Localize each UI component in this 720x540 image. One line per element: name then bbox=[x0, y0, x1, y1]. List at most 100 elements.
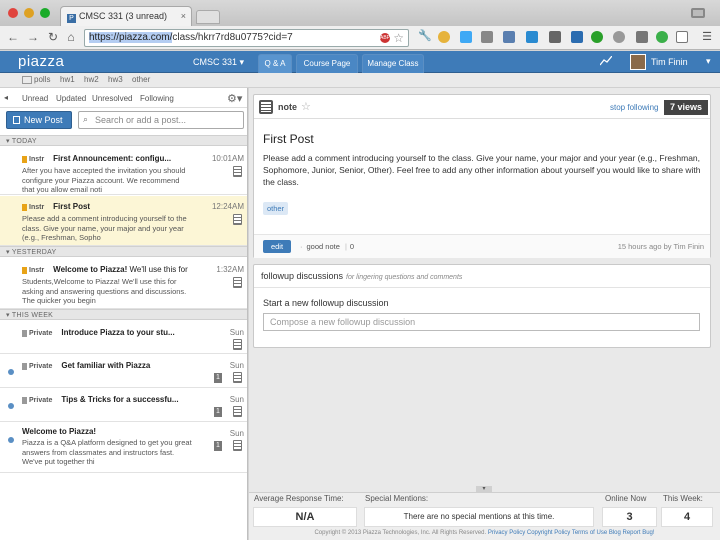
search-input[interactable]: ⌕ Search or add a post... bbox=[78, 111, 244, 129]
extension-5-icon[interactable] bbox=[526, 31, 538, 43]
forward-arrow-icon[interactable]: → bbox=[26, 30, 40, 44]
stats-chart-icon[interactable] bbox=[599, 55, 613, 69]
good-note-button[interactable]: · good note | 0 bbox=[300, 242, 354, 251]
chevron-down-icon[interactable]: ▾ bbox=[706, 56, 711, 67]
user-name[interactable]: Tim Finin bbox=[651, 57, 688, 67]
gear-icon[interactable]: ⚙▾ bbox=[227, 92, 242, 105]
note-body: Please add a comment introducing yoursel… bbox=[263, 153, 701, 187]
good-note-bullet-icon: · bbox=[300, 242, 303, 251]
terms-of-use-link[interactable]: Terms of Use bbox=[572, 530, 607, 536]
address-bar[interactable]: https://piazza.com/class/hkrr7rd8u0775?c… bbox=[84, 29, 409, 47]
checkmark-icon[interactable] bbox=[591, 31, 603, 43]
tab-manage-class[interactable]: Manage Class bbox=[362, 54, 424, 73]
reload-icon[interactable]: ↻ bbox=[46, 30, 60, 44]
list-item[interactable]: Private Tips & Tricks for a successfu... … bbox=[0, 389, 247, 422]
note-card: note ☆ stop following 7 views First Post… bbox=[253, 94, 711, 258]
post-snippet: After you have accepted the invitation y… bbox=[22, 166, 186, 194]
folder-hw2[interactable]: hw2 bbox=[84, 75, 99, 84]
close-tab-icon[interactable]: × bbox=[181, 11, 186, 21]
report-bug-link[interactable]: Report Bug! bbox=[623, 530, 655, 536]
extension-3-icon[interactable] bbox=[481, 31, 493, 43]
tab-qa[interactable]: Q & A bbox=[258, 54, 292, 73]
note-icon bbox=[259, 100, 273, 114]
list-item[interactable]: Private Introduce Piazza to your stu... S… bbox=[0, 322, 247, 354]
edit-button[interactable]: edit bbox=[263, 240, 291, 253]
unread-dot-icon bbox=[8, 403, 14, 409]
filter-following[interactable]: Following bbox=[140, 94, 174, 103]
private-tag: Private bbox=[22, 397, 55, 404]
list-item[interactable]: Welcome to Piazza! Piazza is a Q&A platf… bbox=[0, 423, 247, 473]
post-title-text: Introduce Piazza to your stu... bbox=[61, 328, 175, 337]
list-item[interactable]: Instr First Post Please add a comment int… bbox=[0, 196, 247, 246]
extension-7-icon[interactable] bbox=[571, 31, 583, 43]
tab-course-page[interactable]: Course Page bbox=[296, 54, 358, 73]
collapse-arrow-icon[interactable]: ◂ bbox=[4, 93, 8, 102]
filter-unread[interactable]: Unread bbox=[22, 94, 48, 103]
close-window-button[interactable] bbox=[8, 8, 18, 18]
page-title: First Post bbox=[263, 132, 314, 146]
extension-1-icon[interactable] bbox=[438, 31, 450, 43]
bookmark-star-icon[interactable]: ☆ bbox=[393, 31, 404, 45]
twitter-icon[interactable] bbox=[460, 31, 472, 43]
piazza-favicon-icon: P bbox=[67, 14, 76, 23]
course-selector[interactable]: CMSC 331 ▾ bbox=[193, 57, 244, 68]
online-now-label: Online Now bbox=[605, 494, 647, 503]
folder-tag[interactable]: other bbox=[263, 202, 289, 215]
post-title: Instr First Post bbox=[22, 202, 212, 211]
followup-input[interactable]: Compose a new followup discussion bbox=[263, 313, 700, 331]
post-title-text: Tips & Tricks for a successfu... bbox=[61, 395, 179, 404]
followup-subheading: for lingering questions and comments bbox=[346, 274, 463, 281]
folder-hw1[interactable]: hw1 bbox=[60, 75, 75, 84]
adblock-icon[interactable]: ABP bbox=[380, 33, 390, 43]
folder-other[interactable]: other bbox=[132, 75, 150, 84]
stop-following-link[interactable]: stop following bbox=[610, 103, 658, 112]
extension-10-icon[interactable] bbox=[636, 31, 648, 43]
browser-toolbar: ← → ↻ ⌂ https://piazza.com/class/hkrr7rd… bbox=[0, 26, 720, 50]
menu-icon[interactable]: ☰ bbox=[700, 30, 714, 44]
avatar[interactable] bbox=[630, 54, 646, 70]
group-header-today[interactable]: ▾ TODAY bbox=[0, 135, 247, 146]
extension-4-icon[interactable] bbox=[503, 31, 515, 43]
list-item[interactable]: Instr Welcome to Piazza! We'll use this f… bbox=[0, 259, 247, 309]
new-post-button[interactable]: New Post bbox=[6, 111, 72, 129]
browser-window: P CMSC 331 (3 unread) × ← → ↻ ⌂ https://p… bbox=[0, 0, 720, 540]
cast-icon[interactable] bbox=[676, 31, 688, 43]
maximize-window-button[interactable] bbox=[40, 8, 50, 18]
post-title-text: First Post bbox=[53, 202, 91, 211]
special-mentions-value: There are no special mentions at this ti… bbox=[364, 507, 594, 527]
extension-9-icon[interactable] bbox=[613, 31, 625, 43]
blog-link[interactable]: Blog bbox=[609, 530, 621, 536]
filter-updated[interactable]: Updated bbox=[56, 94, 86, 103]
note-icon bbox=[233, 166, 242, 177]
followup-heading: followup discussions for lingering questi… bbox=[261, 271, 462, 281]
post-title: Instr First Announcement: configu... bbox=[22, 154, 212, 163]
home-icon[interactable]: ⌂ bbox=[64, 30, 78, 44]
group-header-this-week[interactable]: ▾ THIS WEEK bbox=[0, 309, 247, 320]
group-header-yesterday[interactable]: ▾ YESTERDAY bbox=[0, 246, 247, 257]
note-header: note ☆ stop following 7 views bbox=[254, 95, 710, 119]
evernote-icon[interactable] bbox=[656, 31, 668, 43]
instructor-tag: Instr bbox=[22, 156, 47, 163]
tab-title: CMSC 331 (3 unread) bbox=[79, 11, 168, 21]
list-item[interactable]: Instr First Announcement: configu... Afte… bbox=[0, 148, 247, 195]
back-arrow-icon[interactable]: ← bbox=[6, 30, 20, 44]
footer: Copyright © 2013 Piazza Technologies, In… bbox=[249, 530, 720, 536]
post-snippet: Piazza is a Q&A platform designed to get… bbox=[22, 438, 192, 466]
folder-hw3[interactable]: hw3 bbox=[108, 75, 123, 84]
minimize-window-button[interactable] bbox=[24, 8, 34, 18]
privacy-policy-link[interactable]: Privacy Policy bbox=[488, 530, 525, 536]
folder-polls[interactable]: polls bbox=[34, 75, 50, 84]
browser-tab[interactable]: P CMSC 331 (3 unread) × bbox=[60, 6, 192, 26]
profile-icon[interactable] bbox=[690, 6, 706, 20]
favorite-star-icon[interactable]: ☆ bbox=[301, 100, 311, 113]
wrench-icon[interactable]: 🔧 bbox=[418, 29, 432, 42]
piazza-logo[interactable]: piazza bbox=[18, 53, 64, 70]
new-tab-button[interactable] bbox=[196, 10, 220, 24]
list-item[interactable]: Private Get familiar with Piazza Sun 1 bbox=[0, 355, 247, 388]
post-time: 12:24AM bbox=[211, 202, 244, 211]
copyright-policy-link[interactable]: Copyright Policy bbox=[527, 530, 570, 536]
extension-6-icon[interactable] bbox=[549, 31, 561, 43]
filter-unresolved[interactable]: Unresolved bbox=[92, 94, 132, 103]
piazza-header: piazza CMSC 331 ▾ Q & A Course Page Mana… bbox=[0, 51, 720, 73]
updated-timestamp: 15 hours ago by Tim Finin bbox=[617, 242, 704, 251]
